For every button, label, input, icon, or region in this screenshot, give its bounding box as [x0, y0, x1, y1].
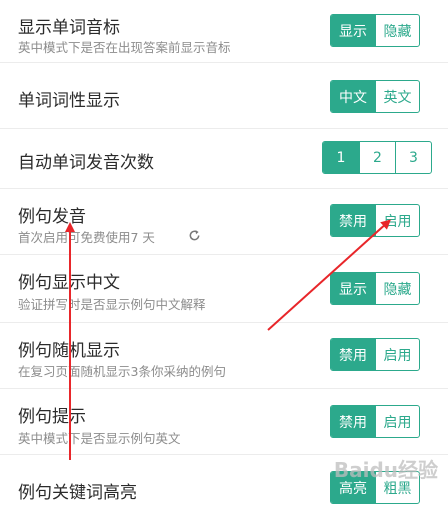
- setting-title-auto-pronounce: 自动单词发音次数: [18, 153, 154, 173]
- setting-row-part-of-speech: 单词词性显示 中文 英文: [0, 62, 448, 129]
- watermark: Baidu经验: [333, 458, 438, 482]
- setting-subtitle-sentence-chinese: 验证拼写时是否显示例句中文解释: [18, 297, 206, 312]
- setting-row-auto-pronounce: 自动单词发音次数 1 2 3: [0, 128, 448, 189]
- setting-row-sentence-hint: 例句提示 英中模式下是否显示例句英文 禁用 启用: [0, 388, 448, 455]
- option-count-2[interactable]: 2: [359, 142, 395, 173]
- setting-title-part-of-speech: 单词词性显示: [18, 91, 120, 111]
- setting-row-random-sentence: 例句随机显示 在复习页面随机显示3条你采纳的例句 禁用 启用: [0, 322, 448, 389]
- option-show[interactable]: 显示: [331, 273, 375, 304]
- setting-title-keyword-highlight: 例句关键词高亮: [18, 483, 137, 503]
- option-show[interactable]: 显示: [331, 15, 375, 46]
- setting-title-sentence-audio: 例句发音: [18, 207, 86, 227]
- sentence-hint-toggle: 禁用 启用: [330, 405, 420, 438]
- setting-title-sentence-hint: 例句提示: [18, 407, 86, 427]
- option-disable[interactable]: 禁用: [331, 339, 375, 370]
- option-count-3[interactable]: 3: [395, 142, 431, 173]
- setting-title-random-sentence: 例句随机显示: [18, 341, 120, 361]
- phonetic-toggle: 显示 隐藏: [330, 14, 420, 47]
- setting-title-phonetic: 显示单词音标: [18, 18, 120, 38]
- option-count-1[interactable]: 1: [323, 142, 359, 173]
- setting-row-phonetic: 显示单词音标 英中模式下是否在出现答案前显示音标 显示 隐藏: [0, 0, 448, 63]
- sentence-chinese-toggle: 显示 隐藏: [330, 272, 420, 305]
- setting-subtitle-sentence-audio: 首次启用可免费使用7 天: [18, 230, 155, 245]
- part-of-speech-toggle: 中文 英文: [330, 80, 420, 113]
- setting-row-sentence-chinese: 例句显示中文 验证拼写时是否显示例句中文解释 显示 隐藏: [0, 254, 448, 323]
- option-chinese[interactable]: 中文: [331, 81, 375, 112]
- option-hide[interactable]: 隐藏: [375, 15, 419, 46]
- option-enable[interactable]: 启用: [375, 205, 419, 236]
- option-enable[interactable]: 启用: [375, 339, 419, 370]
- refresh-icon[interactable]: [188, 229, 201, 242]
- option-enable[interactable]: 启用: [375, 406, 419, 437]
- option-hide[interactable]: 隐藏: [375, 273, 419, 304]
- option-english[interactable]: 英文: [375, 81, 419, 112]
- setting-title-sentence-chinese: 例句显示中文: [18, 273, 120, 293]
- random-sentence-toggle: 禁用 启用: [330, 338, 420, 371]
- option-disable[interactable]: 禁用: [331, 205, 375, 236]
- auto-pronounce-count-toggle: 1 2 3: [322, 141, 432, 174]
- sentence-audio-toggle: 禁用 启用: [330, 204, 420, 237]
- option-disable[interactable]: 禁用: [331, 406, 375, 437]
- setting-subtitle-sentence-hint: 英中模式下是否显示例句英文: [18, 431, 181, 446]
- setting-row-sentence-audio: 例句发音 首次启用可免费使用7 天 禁用 启用: [0, 188, 448, 255]
- setting-subtitle-random-sentence: 在复习页面随机显示3条你采纳的例句: [18, 364, 226, 379]
- setting-subtitle-phonetic: 英中模式下是否在出现答案前显示音标: [18, 40, 231, 55]
